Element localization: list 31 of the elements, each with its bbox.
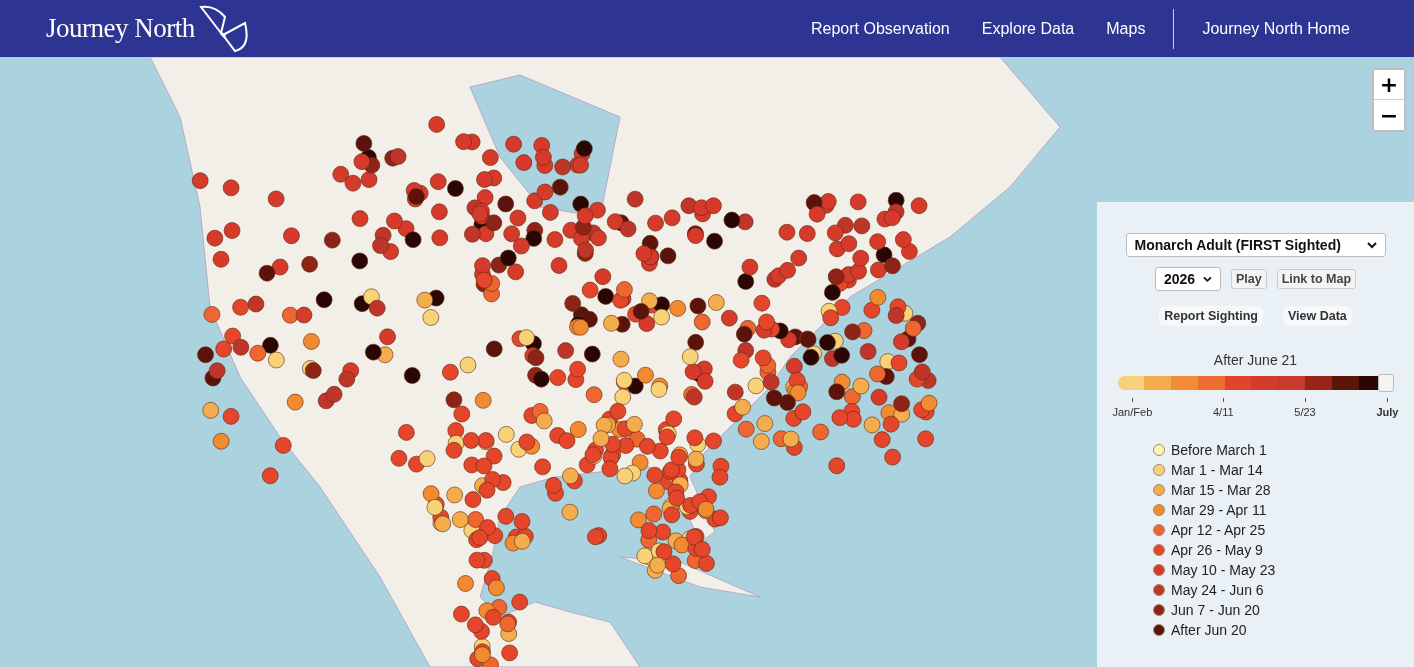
year-dropdown[interactable]: 2026	[1154, 267, 1221, 291]
slider-tick-label: Jan/Feb	[1112, 398, 1153, 418]
legend-label: Apr 26 - May 9	[1171, 542, 1263, 558]
chevron-down-icon	[1203, 275, 1212, 283]
slider-thumb[interactable]	[1377, 374, 1394, 392]
panel-link[interactable]: Report Sighting	[1159, 306, 1263, 326]
slider-caption: After June 21	[1213, 352, 1298, 368]
legend-label: Mar 15 - Mar 28	[1171, 482, 1271, 498]
legend-label: After Jun 20	[1171, 622, 1247, 638]
slider-tick-label: 4/11	[1213, 398, 1234, 418]
nav-link[interactable]: Explore Data	[981, 19, 1075, 38]
date-slider[interactable]	[1117, 374, 1394, 392]
nav-link[interactable]: Journey North Home	[1202, 19, 1350, 38]
map-button[interactable]: Link to Map	[1276, 269, 1357, 289]
legend-label: Mar 29 - Apr 11	[1171, 502, 1267, 518]
legend-label: May 24 - Jun 6	[1171, 582, 1264, 598]
nav-link[interactable]: Report Observation	[811, 19, 950, 38]
legend-label: Apr 12 - Apr 25	[1171, 522, 1266, 538]
slider-tick-label: July	[1376, 398, 1399, 418]
legend-label: Before March 1	[1171, 442, 1267, 458]
species-dropdown[interactable]: Monarch Adult (FIRST Sighted)	[1125, 233, 1386, 257]
chevron-down-icon	[1366, 241, 1377, 249]
legend-label: May 10 - May 23	[1171, 562, 1276, 578]
nav-link[interactable]: Maps	[1106, 19, 1146, 38]
panel-link[interactable]: View Data	[1282, 306, 1352, 326]
map-button[interactable]: Play	[1230, 269, 1267, 289]
slider-tick-label: 5/23	[1294, 398, 1316, 418]
legend-label: Jun 7 - Jun 20	[1171, 602, 1260, 618]
zoom-in-button[interactable]: +	[1374, 70, 1404, 100]
logo-text: Journey North	[46, 13, 195, 44]
legend-label: Mar 1 - Mar 14	[1171, 462, 1263, 478]
